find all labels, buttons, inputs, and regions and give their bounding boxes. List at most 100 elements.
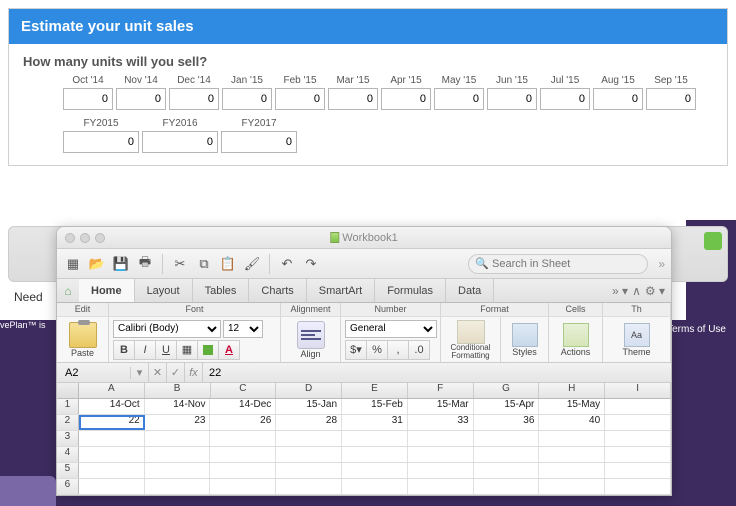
- cell[interactable]: 15-Mar: [408, 399, 474, 414]
- tab-charts[interactable]: Charts: [249, 279, 306, 302]
- cell-reference[interactable]: A2: [57, 367, 131, 379]
- font-size-select[interactable]: 12: [223, 320, 263, 338]
- fy-input[interactable]: [142, 131, 218, 153]
- col-header[interactable]: D: [276, 383, 342, 398]
- collapse-icon[interactable]: ∧: [632, 284, 641, 298]
- row-header[interactable]: 3: [57, 431, 79, 446]
- month-input[interactable]: [646, 88, 696, 110]
- conditional-formatting-icon[interactable]: [457, 320, 485, 344]
- format-painter-icon[interactable]: 🖌: [242, 254, 262, 274]
- cell[interactable]: 26: [210, 415, 276, 430]
- cell[interactable]: [605, 399, 671, 414]
- expand-icon[interactable]: »: [658, 257, 665, 271]
- accept-icon[interactable]: ✓: [167, 363, 185, 382]
- copy-icon[interactable]: ⧉: [194, 254, 214, 274]
- month-input[interactable]: [434, 88, 484, 110]
- cell[interactable]: 15-Apr: [474, 399, 540, 414]
- col-header[interactable]: H: [539, 383, 605, 398]
- cell[interactable]: 36: [474, 415, 540, 430]
- month-input[interactable]: [116, 88, 166, 110]
- month-input[interactable]: [63, 88, 113, 110]
- cell[interactable]: 15-May: [539, 399, 605, 414]
- save-icon[interactable]: 💾: [111, 254, 131, 274]
- spreadsheet[interactable]: ABCDEFGHI 1 14-Oct14-Nov14-Dec15-Jan15-F…: [57, 383, 671, 495]
- col-header[interactable]: I: [605, 383, 671, 398]
- col-header[interactable]: F: [408, 383, 474, 398]
- cell[interactable]: 14-Oct: [79, 399, 145, 414]
- cell[interactable]: 15-Jan: [276, 399, 342, 414]
- percent-button[interactable]: %: [366, 340, 388, 360]
- cell[interactable]: 14-Dec: [210, 399, 276, 414]
- cell[interactable]: [605, 415, 671, 430]
- col-header[interactable]: A: [79, 383, 145, 398]
- print-icon[interactable]: 🖶: [135, 254, 155, 274]
- fill-color-button[interactable]: [197, 340, 219, 360]
- select-all-corner[interactable]: [57, 383, 79, 398]
- row-header[interactable]: 5: [57, 463, 79, 478]
- cell[interactable]: 33: [408, 415, 474, 430]
- decimal-button[interactable]: .0: [408, 340, 430, 360]
- month-input[interactable]: [169, 88, 219, 110]
- underline-button[interactable]: U: [155, 340, 177, 360]
- month-input[interactable]: [487, 88, 537, 110]
- month-input[interactable]: [222, 88, 272, 110]
- more-tabs-icon[interactable]: » ▾: [612, 284, 628, 298]
- month-input[interactable]: [540, 88, 590, 110]
- month-input[interactable]: [328, 88, 378, 110]
- undo-icon[interactable]: ↶: [277, 254, 297, 274]
- row-header[interactable]: 6: [57, 479, 79, 494]
- cut-icon[interactable]: ✂: [170, 254, 190, 274]
- cell[interactable]: 28: [276, 415, 342, 430]
- cell[interactable]: 40: [539, 415, 605, 430]
- open-icon[interactable]: 📂: [87, 254, 107, 274]
- col-header[interactable]: C: [211, 383, 277, 398]
- formula-value[interactable]: 22: [203, 367, 221, 379]
- fy-input[interactable]: [63, 131, 139, 153]
- cell[interactable]: 15-Feb: [342, 399, 408, 414]
- col-header[interactable]: B: [145, 383, 211, 398]
- fy-input[interactable]: [221, 131, 297, 153]
- new-doc-icon[interactable]: ▦: [63, 254, 83, 274]
- actions-icon[interactable]: [563, 323, 589, 347]
- cell[interactable]: 14-Nov: [145, 399, 211, 414]
- gear-icon[interactable]: ⚙ ▾: [645, 284, 665, 298]
- footer-terms[interactable]: Terms of Use: [667, 324, 726, 335]
- tab-formulas[interactable]: Formulas: [375, 279, 446, 302]
- border-button[interactable]: ▦: [176, 340, 198, 360]
- currency-button[interactable]: $▾: [345, 340, 367, 360]
- search-box[interactable]: 🔍: [468, 254, 648, 274]
- fx-icon[interactable]: fx: [185, 363, 203, 382]
- row-header[interactable]: 2: [57, 415, 79, 430]
- minimize-icon[interactable]: [80, 233, 90, 243]
- row-header[interactable]: 4: [57, 447, 79, 462]
- tab-data[interactable]: Data: [446, 279, 494, 302]
- col-header[interactable]: G: [474, 383, 540, 398]
- redo-icon[interactable]: ↷: [301, 254, 321, 274]
- theme-icon[interactable]: Aa: [624, 323, 650, 347]
- italic-button[interactable]: I: [134, 340, 156, 360]
- tab-smartart[interactable]: SmartArt: [307, 279, 375, 302]
- styles-icon[interactable]: [512, 323, 538, 347]
- zoom-icon[interactable]: [95, 233, 105, 243]
- align-icon[interactable]: [297, 321, 325, 349]
- tab-home[interactable]: Home: [79, 279, 135, 302]
- month-input[interactable]: [275, 88, 325, 110]
- number-format-select[interactable]: General: [345, 320, 437, 338]
- col-header[interactable]: E: [342, 383, 408, 398]
- font-name-select[interactable]: Calibri (Body): [113, 320, 221, 338]
- cell-selected[interactable]: 22: [79, 415, 145, 430]
- cancel-icon[interactable]: ✕: [149, 363, 167, 382]
- row-header[interactable]: 1: [57, 399, 79, 414]
- month-input[interactable]: [381, 88, 431, 110]
- cell[interactable]: 23: [145, 415, 211, 430]
- month-input[interactable]: [593, 88, 643, 110]
- font-color-button[interactable]: A: [218, 340, 240, 360]
- bold-button[interactable]: B: [113, 340, 135, 360]
- cell[interactable]: 31: [342, 415, 408, 430]
- close-icon[interactable]: [65, 233, 75, 243]
- home-icon[interactable]: ⌂: [57, 279, 79, 302]
- comma-button[interactable]: ,: [387, 340, 409, 360]
- paste-icon[interactable]: 📋: [218, 254, 238, 274]
- tab-layout[interactable]: Layout: [135, 279, 193, 302]
- cell-dropdown-icon[interactable]: ▾: [131, 363, 149, 382]
